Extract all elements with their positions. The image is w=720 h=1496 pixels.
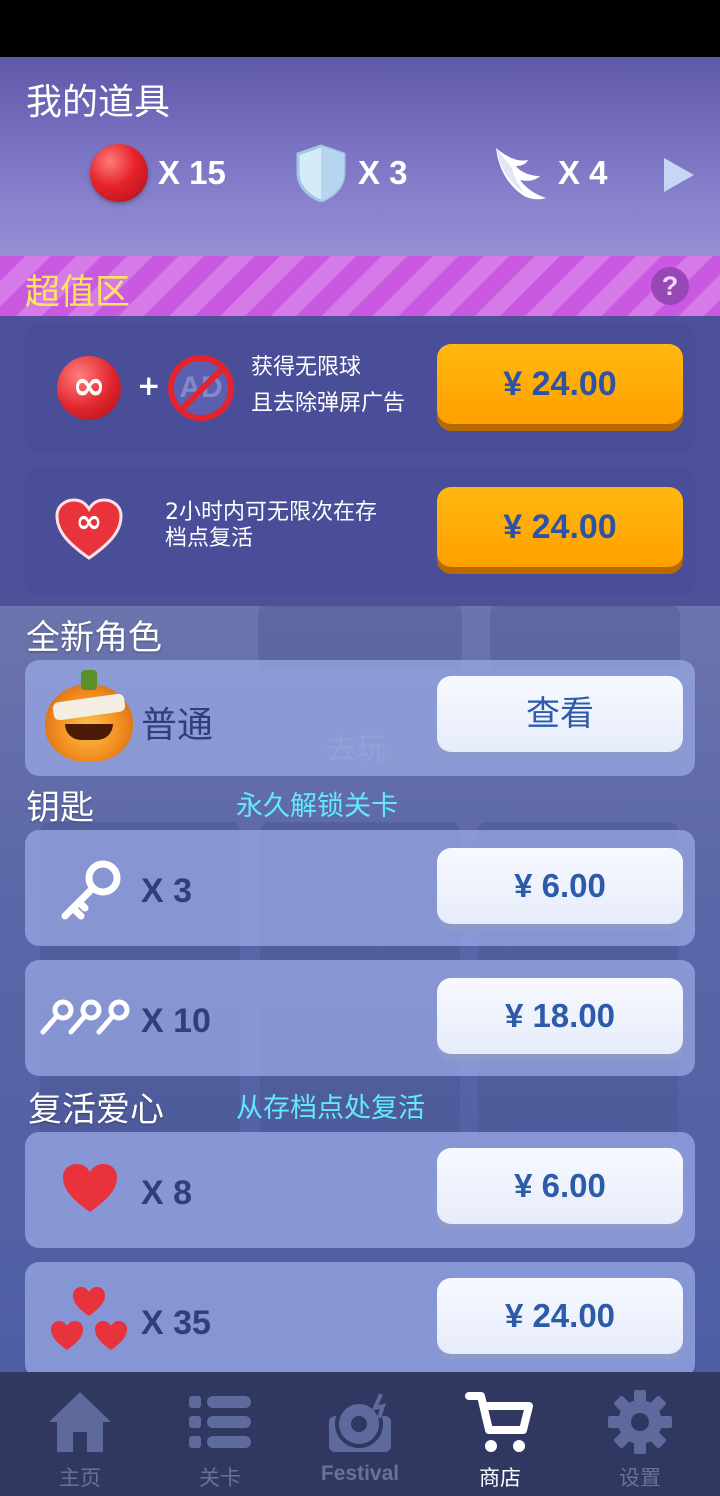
- offer2-line2: 档点复活: [165, 526, 254, 551]
- my-items-panel: 我的道具 X 15 X 3 X 4: [0, 57, 720, 256]
- role-name: 普通: [141, 705, 214, 746]
- shop-content: 去玩 全新角色 普通 查看 钥匙 永久解锁关卡 X 3 ¥ 6.00 X 10 …: [0, 606, 720, 1378]
- nav-settings[interactable]: 设置: [570, 1372, 710, 1496]
- keys-count: X 10: [141, 1002, 211, 1040]
- super-value-title: 超值区: [25, 273, 131, 313]
- shopping-cart-icon: [465, 1392, 533, 1452]
- plus-sign: +: [137, 369, 161, 402]
- bottom-nav: 主页 关卡 Festival 商店 设置: [0, 1372, 720, 1496]
- nav-levels[interactable]: 关卡: [150, 1372, 290, 1496]
- hearts-count: X 35: [141, 1304, 211, 1342]
- nav-home-label: 主页: [59, 1466, 101, 1490]
- ball-icon: [90, 144, 148, 202]
- pumpkin-character-icon: [45, 670, 133, 762]
- gear-icon: [608, 1390, 672, 1454]
- my-items-title: 我的道具: [26, 82, 171, 123]
- hearts-offer-35: X 35 ¥ 24.00: [25, 1262, 695, 1378]
- next-arrow-icon[interactable]: [664, 158, 694, 192]
- hearts-8-buy-button[interactable]: ¥ 6.00: [437, 1148, 683, 1224]
- keys-offer-10: X 10 ¥ 18.00: [25, 960, 695, 1076]
- hearts-subtitle: 从存档点处复活: [236, 1093, 425, 1124]
- shields-count: X 3: [358, 154, 408, 191]
- hearts-35-buy-button[interactable]: ¥ 24.00: [437, 1278, 683, 1354]
- record-player-icon: [329, 1393, 391, 1452]
- offer1-buy-button[interactable]: ¥ 24.00: [437, 344, 683, 424]
- keys-10-buy-button[interactable]: ¥ 18.00: [437, 978, 683, 1054]
- nav-home[interactable]: 主页: [10, 1372, 150, 1496]
- balls-count: X 15: [158, 154, 226, 191]
- super-value-header: 超值区 ?: [0, 256, 720, 316]
- help-button[interactable]: ?: [651, 267, 689, 305]
- heart-icon: [63, 1164, 117, 1212]
- hearts-count: X 8: [141, 1174, 193, 1212]
- status-bar: [0, 0, 720, 57]
- keys-3-buy-button[interactable]: ¥ 6.00: [437, 848, 683, 924]
- nav-shop[interactable]: 商店: [430, 1372, 570, 1496]
- balls-inventory: X 15: [90, 143, 226, 203]
- infinity-ball-icon: ∞: [57, 356, 121, 420]
- super-value-section: 超值区 ? ∞ + AD 获得无限球 且去除弹屏广告 ¥ 24.00 ∞ 2小时…: [0, 256, 720, 606]
- keys-title: 钥匙: [26, 788, 94, 828]
- nav-settings-label: 设置: [619, 1466, 661, 1490]
- keys-bundle-icon: [40, 999, 130, 1035]
- no-ads-icon: AD: [168, 355, 234, 421]
- hearts-bundle-icon: [51, 1287, 127, 1350]
- nav-festival[interactable]: Festival: [290, 1372, 430, 1496]
- wings-count: X 4: [558, 154, 608, 191]
- heart-infinity-symbol: ∞: [75, 502, 103, 540]
- wings-inventory: X 4: [490, 143, 608, 203]
- hearts-title: 复活爱心: [28, 1090, 164, 1130]
- nav-shop-label: 商店: [479, 1466, 521, 1490]
- new-role-card: 普通 查看: [25, 660, 695, 776]
- shields-inventory: X 3: [294, 143, 408, 203]
- home-icon: [49, 1392, 111, 1452]
- offer2-line1: 2小时内可无限次在存: [165, 500, 377, 525]
- offer1-line2: 且去除弹屏广告: [251, 391, 406, 416]
- key-icon: [61, 860, 121, 920]
- view-role-button[interactable]: 查看: [437, 676, 683, 752]
- offer2-buy-button[interactable]: ¥ 24.00: [437, 487, 683, 567]
- keys-count: X 3: [141, 872, 193, 910]
- new-role-title: 全新角色: [26, 618, 162, 658]
- offer-unlimited-balls-no-ads: ∞ + AD 获得无限球 且去除弹屏广告 ¥ 24.00: [25, 323, 695, 453]
- keys-offer-3: X 3 ¥ 6.00: [25, 830, 695, 946]
- shield-icon: [296, 144, 346, 202]
- keys-subtitle: 永久解锁关卡: [236, 791, 398, 822]
- nav-festival-label: Festival: [320, 1462, 400, 1485]
- nav-levels-label: 关卡: [199, 1466, 241, 1490]
- offer-unlimited-revive: ∞ 2小时内可无限次在存 档点复活 ¥ 24.00: [25, 466, 695, 596]
- offer1-line1: 获得无限球: [251, 355, 362, 380]
- list-icon: [189, 1396, 251, 1448]
- wing-icon: [496, 148, 546, 200]
- hearts-offer-8: X 8 ¥ 6.00: [25, 1132, 695, 1248]
